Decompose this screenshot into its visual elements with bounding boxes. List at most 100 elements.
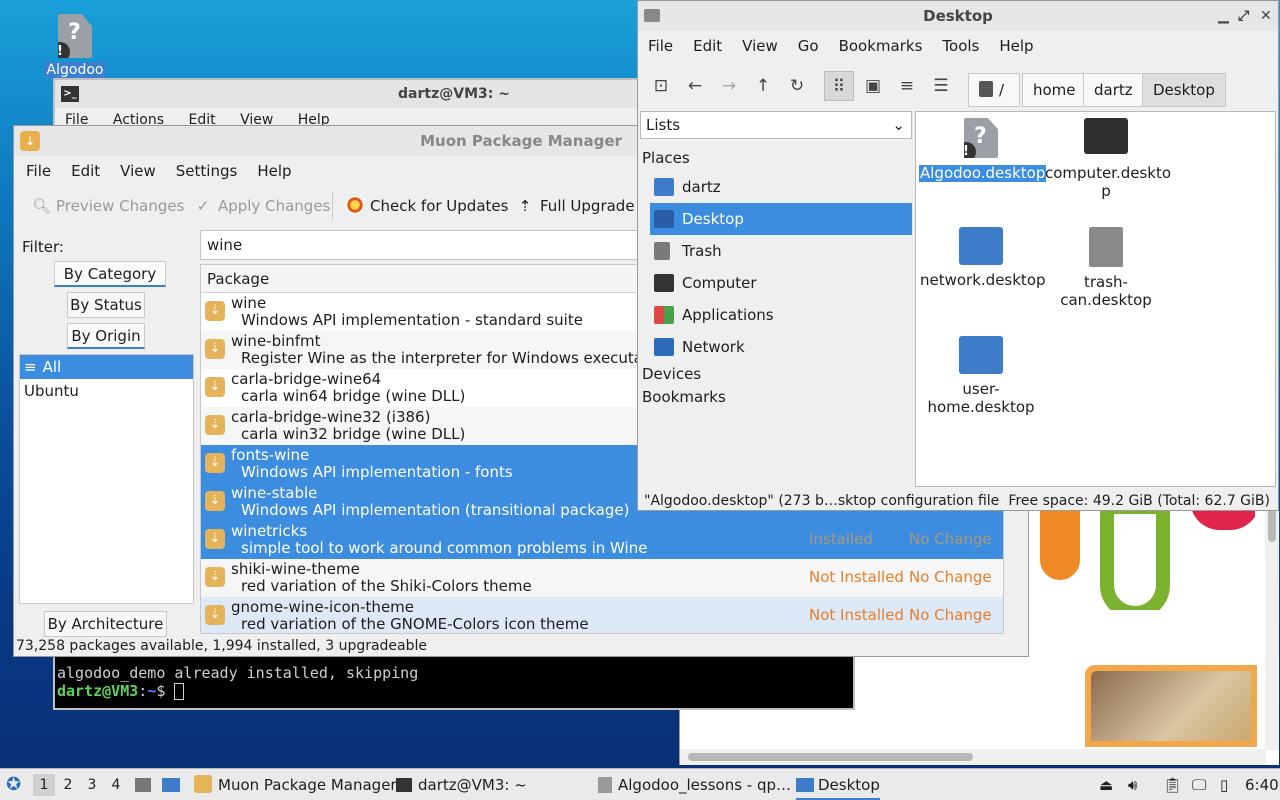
tab-by-architecture[interactable]: By Architecture [44, 611, 167, 637]
desktop-icon-algodoo[interactable]: ?! Algodoo [40, 14, 110, 78]
task-desktop-folder[interactable]: Desktop [796, 769, 880, 800]
fm-titlebar[interactable]: Desktop ▁ ⤢ ✕ [638, 1, 1278, 31]
workspace-1[interactable]: 1 [33, 774, 55, 796]
filter-input[interactable]: wine [200, 230, 640, 260]
file-manager-launcher-icon[interactable] [135, 769, 153, 800]
fm-status-selection: "Algodoo.desktop" (273 b…sktop configura… [644, 493, 1000, 509]
unknown-file-icon: ?! [964, 118, 998, 158]
fm-side-pane: Lists ⌄ Places dartz Desktop Trash Compu… [640, 111, 914, 487]
package-action: No Change [909, 606, 992, 624]
up-arrow-icon[interactable]: ↑ [748, 71, 778, 101]
fm-menu-file[interactable]: File [638, 31, 683, 61]
tab-by-category[interactable]: By Category [54, 261, 166, 287]
eject-icon[interactable]: ⏏ [1099, 769, 1113, 800]
volume-icon[interactable]: 🔊︎ [1128, 769, 1137, 800]
fm-menu-bookmarks[interactable]: Bookmarks [829, 31, 933, 61]
restore-icon[interactable]: ⤢ [1238, 1, 1249, 31]
fm-menu-tools[interactable]: Tools [932, 31, 989, 61]
vertical-scrollbar[interactable] [1265, 500, 1279, 750]
start-menu-icon[interactable]: ✪ [6, 769, 26, 800]
battery-icon[interactable]: ▯ [1220, 769, 1228, 800]
place-network[interactable]: Network [650, 331, 912, 363]
compact-view-icon[interactable]: ≡ [892, 71, 922, 101]
apply-changes-button[interactable]: ✓ Apply Changes [194, 186, 331, 226]
terminal-prompt: dartz@VM3:~$ [57, 682, 418, 700]
fm-title: Desktop [923, 7, 993, 25]
network-status-icon[interactable]: 🖵 [1192, 769, 1206, 800]
origin-list: ≡ All Ubuntu [19, 354, 194, 604]
muon-menu-file[interactable]: File [16, 156, 61, 186]
document-icon [598, 777, 612, 793]
path-root-button[interactable]: / [968, 73, 1020, 107]
new-tab-icon[interactable]: ⊡ [646, 71, 676, 101]
place-applications[interactable]: Applications [650, 299, 912, 331]
package-icon: ⇣ [205, 605, 225, 625]
fm-file-view[interactable]: ?! Algodoo.desktop computer.deskto p netw… [915, 111, 1276, 487]
devices-header[interactable]: Devices [642, 365, 701, 383]
file-item-algodoo[interactable]: ?! Algodoo.desktop [919, 118, 1047, 182]
package-icon: ⇣ [205, 301, 225, 321]
path-dartz-button[interactable]: dartz [1083, 73, 1144, 107]
forward-arrow-icon[interactable]: → [714, 71, 744, 101]
muon-menu-edit[interactable]: Edit [61, 156, 110, 186]
side-pane-mode-select[interactable]: Lists ⌄ [640, 111, 912, 139]
full-upgrade-button[interactable]: ⇡ Full Upgrade [516, 186, 635, 226]
terminal-output[interactable]: algodoo_demo already installed, skipping… [55, 664, 418, 700]
show-desktop-icon[interactable] [162, 769, 182, 800]
fm-menu-view[interactable]: View [732, 31, 788, 61]
package-row[interactable]: ⇣ shiki-wine-theme red variation of the S… [201, 559, 1003, 597]
bookmarks-header[interactable]: Bookmarks [642, 388, 726, 406]
fm-menu-go[interactable]: Go [788, 31, 829, 61]
muon-menu-settings[interactable]: Settings [166, 156, 248, 186]
fm-toolbar: ⊡ ← → ↑ ↻ ⠿ ▣ ≡ ☰ / home dartz Desktop [638, 61, 1278, 109]
place-desktop[interactable]: Desktop [650, 203, 912, 235]
check-updates-button[interactable]: Check for Updates [346, 186, 508, 226]
place-trash[interactable]: Trash [650, 235, 912, 267]
path-desktop-button[interactable]: Desktop [1142, 73, 1226, 107]
file-item-trash[interactable]: trash-can.desktop [1044, 227, 1168, 309]
minimize-icon[interactable]: ▁ [1218, 1, 1229, 31]
clock[interactable]: 6:40 [1245, 769, 1279, 800]
horizontal-scrollbar[interactable] [680, 749, 1266, 765]
package-action: No Change [909, 568, 992, 586]
workspace-4[interactable]: 4 [105, 774, 127, 796]
workspace-3[interactable]: 3 [81, 774, 103, 796]
fm-menubar: File Edit View Go Bookmarks Tools Help [638, 31, 1278, 61]
icon-view-icon[interactable]: ⠿ [824, 71, 854, 101]
preview-changes-button[interactable]: 🔍︎ Preview Changes [32, 186, 184, 226]
file-item-user-home[interactable]: user-home.desktop [919, 336, 1043, 416]
workspace-2[interactable]: 2 [57, 774, 79, 796]
package-icon: ⇣ [205, 377, 225, 397]
terminal-icon [396, 778, 412, 792]
lesson-banner-art [1040, 500, 1255, 610]
clipboard-icon[interactable]: 📋︎ [1163, 769, 1182, 800]
muon-menu-help[interactable]: Help [247, 156, 301, 186]
tab-by-origin[interactable]: By Origin [67, 323, 145, 349]
reload-icon[interactable]: ↻ [782, 71, 812, 101]
place-computer[interactable]: Computer [650, 267, 912, 299]
package-status: Installed [809, 530, 873, 548]
thumbnail-view-icon[interactable]: ▣ [858, 71, 888, 101]
origin-item-ubuntu[interactable]: Ubuntu [20, 379, 193, 403]
place-dartz[interactable]: dartz [650, 171, 912, 203]
package-status: Not Installed [809, 568, 904, 586]
close-icon[interactable]: ✕ [1260, 1, 1272, 31]
file-item-computer[interactable]: computer.deskto p [1044, 118, 1171, 200]
back-arrow-icon[interactable]: ← [680, 71, 710, 101]
file-item-network[interactable]: network.desktop [919, 227, 1046, 289]
muon-menu-view[interactable]: View [110, 156, 166, 186]
task-browser[interactable]: Algodoo_lessons - qp… [598, 769, 791, 800]
package-row[interactable]: ⇣ winetricks simple tool to work around c… [201, 521, 1003, 559]
detailed-list-icon[interactable]: ☰ [926, 71, 956, 101]
path-home-button[interactable]: home [1022, 73, 1087, 107]
fm-menu-help[interactable]: Help [989, 31, 1043, 61]
task-muon[interactable]: Muon Package Manager [194, 769, 397, 800]
fm-menu-edit[interactable]: Edit [683, 31, 732, 61]
origin-item-all[interactable]: ≡ All [20, 355, 193, 379]
tab-by-status[interactable]: By Status [67, 292, 145, 318]
task-terminal[interactable]: dartz@VM3: ~ [396, 769, 527, 800]
package-icon: ⇣ [205, 529, 225, 549]
computer-icon [654, 274, 674, 292]
package-row[interactable]: ⇣ gnome-wine-icon-theme red variation of … [201, 597, 1003, 633]
places-header[interactable]: Places [642, 149, 690, 167]
